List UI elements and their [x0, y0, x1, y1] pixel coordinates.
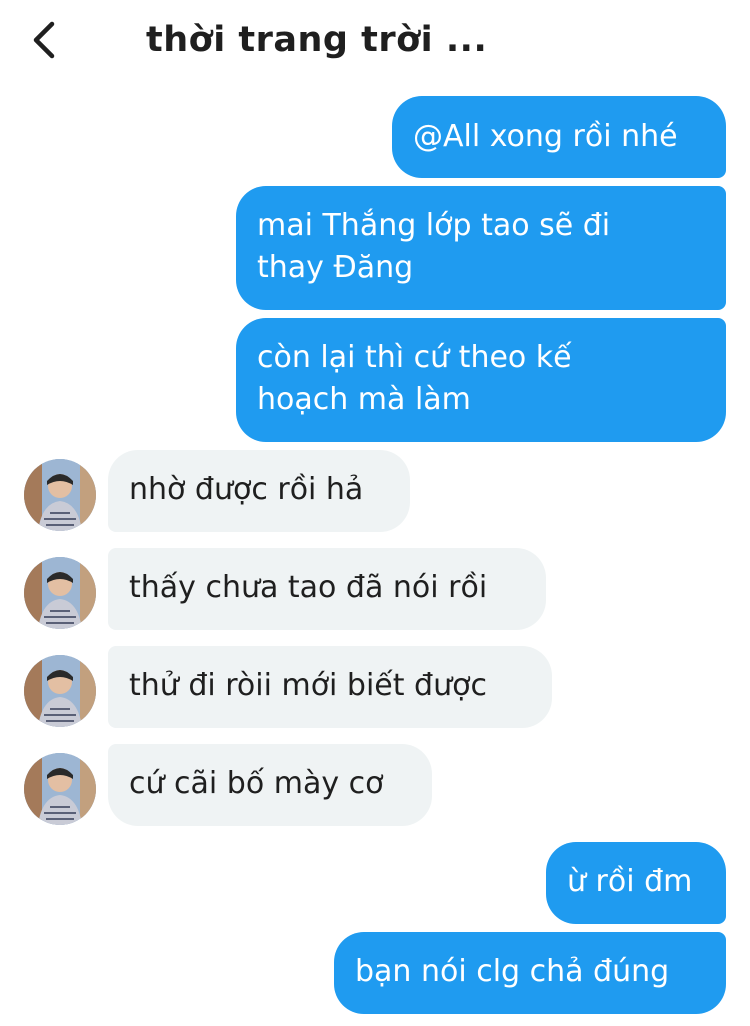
chevron-left-icon — [24, 18, 64, 62]
message-text: ừ rồi đm — [567, 864, 693, 899]
back-button[interactable] — [24, 18, 64, 62]
message-text: thấy chưa tao đã nói rồi — [129, 570, 488, 605]
message-bubble-incoming[interactable]: thử đi ròii mới biết được — [108, 646, 552, 728]
avatar[interactable] — [24, 753, 96, 825]
message-bubble-incoming[interactable]: thấy chưa tao đã nói rồi — [108, 548, 546, 630]
avatar[interactable] — [24, 655, 96, 727]
message-bubble-outgoing[interactable]: @All xong rồi nhé — [392, 96, 726, 178]
avatar-photo-icon — [24, 557, 96, 629]
chat-header: thời trang trời ... — [0, 0, 750, 84]
message-bubble-incoming[interactable]: nhờ được rồi hả — [108, 450, 410, 532]
message-text-line: thay Đăng — [257, 250, 414, 285]
message-bubble-incoming[interactable]: cứ cãi bố mày cơ — [108, 744, 432, 826]
message-text: nhờ được rồi hả — [129, 472, 364, 507]
message-bubble-outgoing[interactable]: ừ rồi đm — [546, 842, 726, 924]
avatar-photo-icon — [24, 655, 96, 727]
avatar[interactable] — [24, 459, 96, 531]
avatar[interactable] — [24, 557, 96, 629]
message-bubble-outgoing[interactable]: còn lại thì cứ theo kế hoạch mà làm — [236, 318, 726, 442]
message-text-line: mai Thắng lớp tao sẽ đi — [257, 208, 611, 243]
message-bubble-outgoing[interactable]: mai Thắng lớp tao sẽ đi thay Đăng — [236, 186, 726, 310]
message-text-line: còn lại thì cứ theo kế — [257, 340, 572, 375]
avatar-photo-icon — [24, 459, 96, 531]
message-bubble-outgoing[interactable]: bạn nói clg chả đúng — [334, 932, 726, 1014]
avatar-photo-icon — [24, 753, 96, 825]
message-text-line: hoạch mà làm — [257, 382, 471, 417]
message-text: @All xong rồi nhé — [413, 119, 678, 154]
message-text: thử đi ròii mới biết được — [129, 668, 487, 703]
conversation-title[interactable]: thời trang trời ... — [146, 18, 487, 62]
message-text: bạn nói clg chả đúng — [355, 954, 670, 989]
message-text: cứ cãi bố mày cơ — [129, 766, 384, 801]
